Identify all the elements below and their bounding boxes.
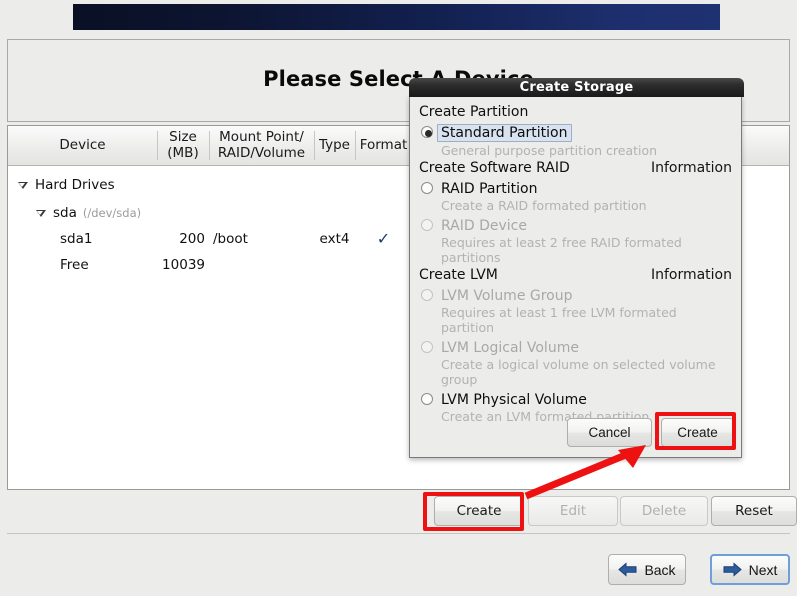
device-name: Free [60, 256, 89, 273]
radio-description: Create a RAID formated partition [441, 198, 647, 213]
footer-divider [7, 533, 790, 534]
column-header-type[interactable]: Type [314, 126, 355, 165]
size-cell: 10039 [162, 256, 205, 273]
section-header-create-partition: Create Partition [419, 104, 732, 120]
section-information-link[interactable]: Information [651, 160, 732, 176]
format-cell: ✓ [355, 227, 412, 250]
device-name: sda1 [60, 230, 93, 247]
type-cell: ext4 [319, 230, 350, 247]
expander-triangle-icon[interactable] [36, 210, 46, 217]
device-cell: Hard Drives [8, 173, 157, 196]
radio-option-raid-partition[interactable]: RAID Partition [419, 178, 732, 197]
column-header-size[interactable]: Size (MB) [157, 126, 209, 165]
radio-icon [421, 341, 433, 353]
device-cell: sda1 [8, 227, 157, 250]
radio-description: Create a logical volume on selected volu… [441, 357, 716, 387]
device-path: (/dev/sda) [82, 205, 142, 220]
radio-description: Requires at least 2 free RAID formated p… [441, 235, 682, 265]
device-cell: Free [8, 253, 157, 276]
device-cell: sda (/dev/sda) [8, 201, 157, 224]
radio-icon [421, 219, 433, 231]
radio-label: LVM Volume Group [441, 288, 573, 304]
radio-label: Standard Partition [437, 124, 572, 142]
radio-description: Requires at least 1 free LVM formated pa… [441, 305, 677, 335]
radio-icon[interactable] [421, 126, 433, 138]
installer-screen: Please Select A Device Device Size (MB) … [0, 0, 797, 596]
section-heading: Create Software RAID [419, 160, 570, 176]
annotation-arrow-icon [524, 445, 646, 500]
next-button[interactable]: Next [710, 554, 790, 585]
radio-option-standard-partition[interactable]: Standard Partition [419, 122, 732, 142]
dialog-title: Create Storage [409, 78, 744, 97]
section-header-create-software-raid: Create Software RAID Information [419, 160, 732, 176]
radio-option-lvm-logical-volume: LVM Logical Volume [419, 337, 732, 356]
radio-label: LVM Physical Volume [441, 392, 587, 408]
section-information-link[interactable]: Information [651, 267, 732, 283]
radio-option-lvm-volume-group: LVM Volume Group [419, 285, 732, 304]
next-button-label: Next [748, 561, 778, 578]
arrow-right-icon [723, 562, 742, 577]
column-header-mount-point[interactable]: Mount Point/ RAID/Volume [209, 126, 314, 165]
radio-description: General purpose partition creation [441, 143, 658, 158]
dialog-create-button[interactable]: Create [661, 418, 734, 447]
device-name: sda [53, 204, 77, 221]
column-header-size-line1: Size [169, 129, 197, 146]
mount-point-cell: /boot [213, 230, 248, 247]
column-header-mount-line1: Mount Point/ [219, 129, 304, 146]
radio-icon[interactable] [421, 182, 433, 194]
header-banner [73, 4, 720, 30]
section-heading: Create Partition [419, 104, 529, 120]
create-storage-dialog: Create Storage Create Partition Standard… [409, 78, 744, 458]
device-name: Hard Drives [35, 176, 115, 193]
action-button-row: Create Edit Delete Reset [7, 496, 797, 528]
back-button[interactable]: Back [608, 554, 686, 585]
radio-label: RAID Partition [441, 181, 538, 197]
size-cell: 200 [179, 230, 205, 247]
arrow-left-icon [618, 562, 637, 577]
section-heading: Create LVM [419, 267, 498, 283]
radio-icon [421, 289, 433, 301]
expander-triangle-icon[interactable] [18, 182, 28, 189]
column-header-format[interactable]: Format [355, 126, 412, 165]
dialog-body: Create Partition Standard Partition Gene… [410, 96, 741, 424]
radio-option-lvm-physical-volume[interactable]: LVM Physical Volume [419, 389, 732, 408]
radio-label: RAID Device [441, 218, 527, 234]
column-header-mount-line2: RAID/Volume [217, 144, 306, 161]
format-check-icon: ✓ [376, 228, 391, 248]
column-header-device[interactable]: Device [8, 126, 157, 165]
radio-label: LVM Logical Volume [441, 340, 579, 356]
radio-icon[interactable] [421, 393, 433, 405]
reset-button[interactable]: Reset [711, 496, 797, 526]
column-header-size-line2: (MB) [167, 144, 199, 161]
radio-option-raid-device: RAID Device [419, 215, 732, 234]
back-button-label: Back [644, 561, 676, 578]
section-header-create-lvm: Create LVM Information [419, 267, 732, 283]
